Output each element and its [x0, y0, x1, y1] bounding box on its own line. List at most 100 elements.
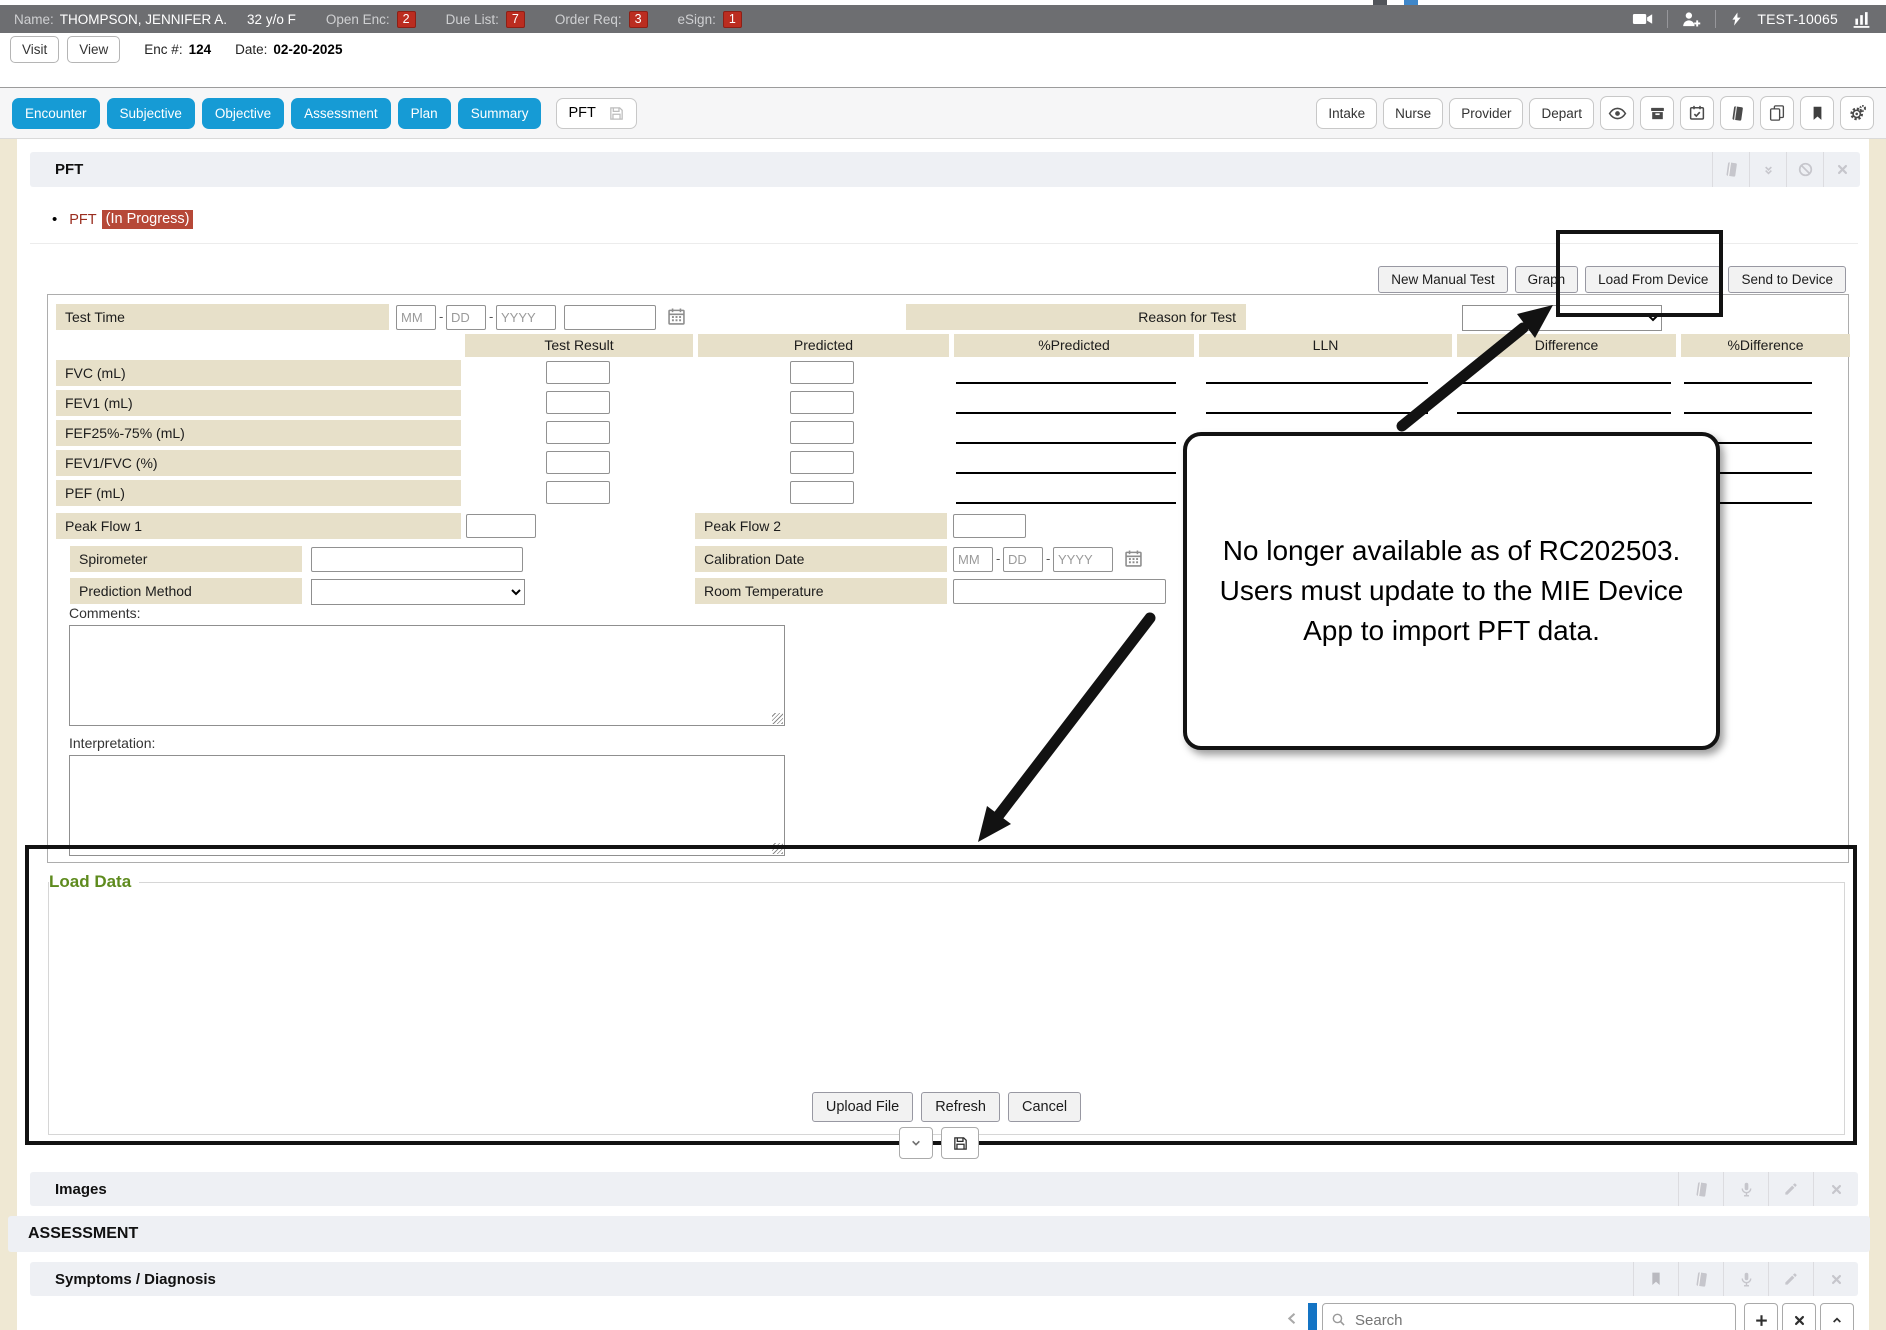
- interpretation-textarea[interactable]: [69, 755, 785, 856]
- copy-pages-icon[interactable]: [1760, 96, 1794, 130]
- spirometer-input[interactable]: [311, 547, 523, 572]
- col-lln: LLN: [1199, 334, 1452, 357]
- chart-stats-icon[interactable]: [1851, 9, 1872, 30]
- esign-flag[interactable]: eSign: 1: [678, 11, 742, 28]
- close-icon[interactable]: [1823, 152, 1860, 187]
- collapse-section-button[interactable]: [899, 1127, 933, 1159]
- load-from-device-button[interactable]: Load From Device: [1585, 266, 1721, 293]
- blank-value-line: [956, 390, 1176, 414]
- microphone-icon[interactable]: [1723, 1172, 1768, 1206]
- video-visit-icon[interactable]: [1632, 8, 1654, 30]
- test-time-label: Test Time: [56, 304, 389, 330]
- depart-button[interactable]: Depart: [1529, 98, 1594, 129]
- symptoms-diagnosis-section-header: Symptoms / Diagnosis: [30, 1262, 1858, 1296]
- calibration-day-input[interactable]: [1003, 547, 1043, 572]
- microphone-icon[interactable]: [1723, 1262, 1768, 1296]
- edit-pencil-icon[interactable]: [1768, 1262, 1813, 1296]
- settings-gears-icon[interactable]: [1840, 96, 1874, 130]
- fef-predicted-input[interactable]: [790, 421, 854, 444]
- calendar-icon[interactable]: [666, 306, 687, 327]
- due-list-count[interactable]: 7: [506, 11, 525, 28]
- intake-button[interactable]: Intake: [1316, 98, 1377, 129]
- nav-assessment-button[interactable]: Assessment: [291, 98, 391, 129]
- tab-pft-active[interactable]: PFT: [556, 98, 636, 129]
- resize-grip[interactable]: [772, 713, 783, 724]
- test-time-day-input[interactable]: [446, 305, 486, 330]
- fvc-test-result-input[interactable]: [546, 361, 610, 384]
- fev1-fvc-predicted-input[interactable]: [790, 451, 854, 474]
- nav-objective-button[interactable]: Objective: [202, 98, 284, 129]
- room-temperature-input[interactable]: [953, 579, 1166, 604]
- graph-button[interactable]: Graph: [1515, 266, 1579, 293]
- resize-grip[interactable]: [772, 843, 783, 854]
- calendar-icon[interactable]: [1123, 548, 1144, 569]
- due-list-flag[interactable]: Due List: 7: [446, 11, 525, 28]
- pef-test-result-input[interactable]: [546, 481, 610, 504]
- bookmark-icon[interactable]: [1800, 96, 1834, 130]
- esign-count[interactable]: 1: [723, 11, 742, 28]
- pft-document-link[interactable]: PFT: [69, 212, 96, 228]
- peak-flow-1-input[interactable]: [466, 514, 536, 538]
- upload-file-button[interactable]: Upload File: [812, 1092, 913, 1122]
- reason-for-test-select[interactable]: [1462, 305, 1662, 331]
- comments-label: Comments:: [69, 605, 141, 621]
- order-req-flag[interactable]: Order Req: 3: [555, 11, 648, 28]
- archive-icon[interactable]: [1640, 96, 1674, 130]
- close-icon[interactable]: [1813, 1262, 1858, 1296]
- diagnosis-search: [1322, 1303, 1736, 1330]
- fev1-test-result-input[interactable]: [546, 391, 610, 414]
- nav-plan-button[interactable]: Plan: [398, 98, 451, 129]
- test-time-month-input[interactable]: [396, 305, 436, 330]
- send-to-device-button[interactable]: Send to Device: [1728, 266, 1846, 293]
- provider-button[interactable]: Provider: [1449, 98, 1523, 129]
- edit-pencil-icon[interactable]: [1768, 1172, 1813, 1206]
- fev1-fvc-test-result-input[interactable]: [546, 451, 610, 474]
- calibration-month-input[interactable]: [953, 547, 993, 572]
- clear-button[interactable]: [1782, 1303, 1816, 1330]
- bookmark-icon[interactable]: [1633, 1262, 1678, 1296]
- chart-book-icon[interactable]: [1712, 152, 1749, 187]
- collapse-chevrons-icon[interactable]: [1749, 152, 1786, 187]
- add-user-icon[interactable]: [1681, 9, 1702, 30]
- chart-book-icon[interactable]: [1720, 96, 1754, 130]
- view-button[interactable]: View: [67, 36, 120, 63]
- order-req-count[interactable]: 3: [629, 11, 648, 28]
- refresh-button[interactable]: Refresh: [921, 1092, 1000, 1122]
- nurse-button[interactable]: Nurse: [1383, 98, 1443, 129]
- calibration-year-input[interactable]: [1053, 547, 1113, 572]
- test-time-year-input[interactable]: [496, 305, 556, 330]
- fev1-predicted-input[interactable]: [790, 391, 854, 414]
- search-input[interactable]: [1322, 1303, 1736, 1330]
- chart-book-icon[interactable]: [1678, 1172, 1723, 1206]
- save-icon[interactable]: [608, 105, 625, 122]
- no-entry-icon[interactable]: [1786, 152, 1823, 187]
- left-margin-strip: [0, 139, 17, 1330]
- eye-icon[interactable]: [1600, 96, 1634, 130]
- quick-action-lightning-icon[interactable]: [1729, 10, 1744, 28]
- nav-subjective-button[interactable]: Subjective: [107, 98, 195, 129]
- open-enc-count[interactable]: 2: [397, 11, 416, 28]
- prediction-method-select[interactable]: [311, 579, 525, 605]
- pef-predicted-input[interactable]: [790, 481, 854, 504]
- fvc-predicted-input[interactable]: [790, 361, 854, 384]
- visit-button[interactable]: Visit: [10, 36, 59, 63]
- nav-encounter-button[interactable]: Encounter: [12, 98, 100, 129]
- add-button[interactable]: [1744, 1303, 1778, 1330]
- system-id: TEST-10065: [1757, 11, 1838, 27]
- calendar-check-icon[interactable]: [1680, 96, 1714, 130]
- new-manual-test-button[interactable]: New Manual Test: [1378, 266, 1507, 293]
- chart-book-icon[interactable]: [1678, 1262, 1723, 1296]
- test-time-time-input[interactable]: [564, 305, 656, 330]
- collapse-up-button[interactable]: [1820, 1303, 1854, 1330]
- peak-flow-2-input[interactable]: [953, 514, 1026, 538]
- date-separator: [996, 551, 1000, 566]
- cancel-button[interactable]: Cancel: [1008, 1092, 1081, 1122]
- close-icon[interactable]: [1813, 1172, 1858, 1206]
- fef-test-result-input[interactable]: [546, 421, 610, 444]
- nav-summary-button[interactable]: Summary: [458, 98, 542, 129]
- open-enc-flag[interactable]: Open Enc: 2: [326, 11, 416, 28]
- chevron-left-icon[interactable]: [1283, 1309, 1302, 1328]
- comments-textarea[interactable]: [69, 625, 785, 726]
- encounter-bar: Visit View Enc #: 124 Date: 02-20-2025: [0, 33, 1886, 66]
- save-section-button[interactable]: [941, 1127, 979, 1159]
